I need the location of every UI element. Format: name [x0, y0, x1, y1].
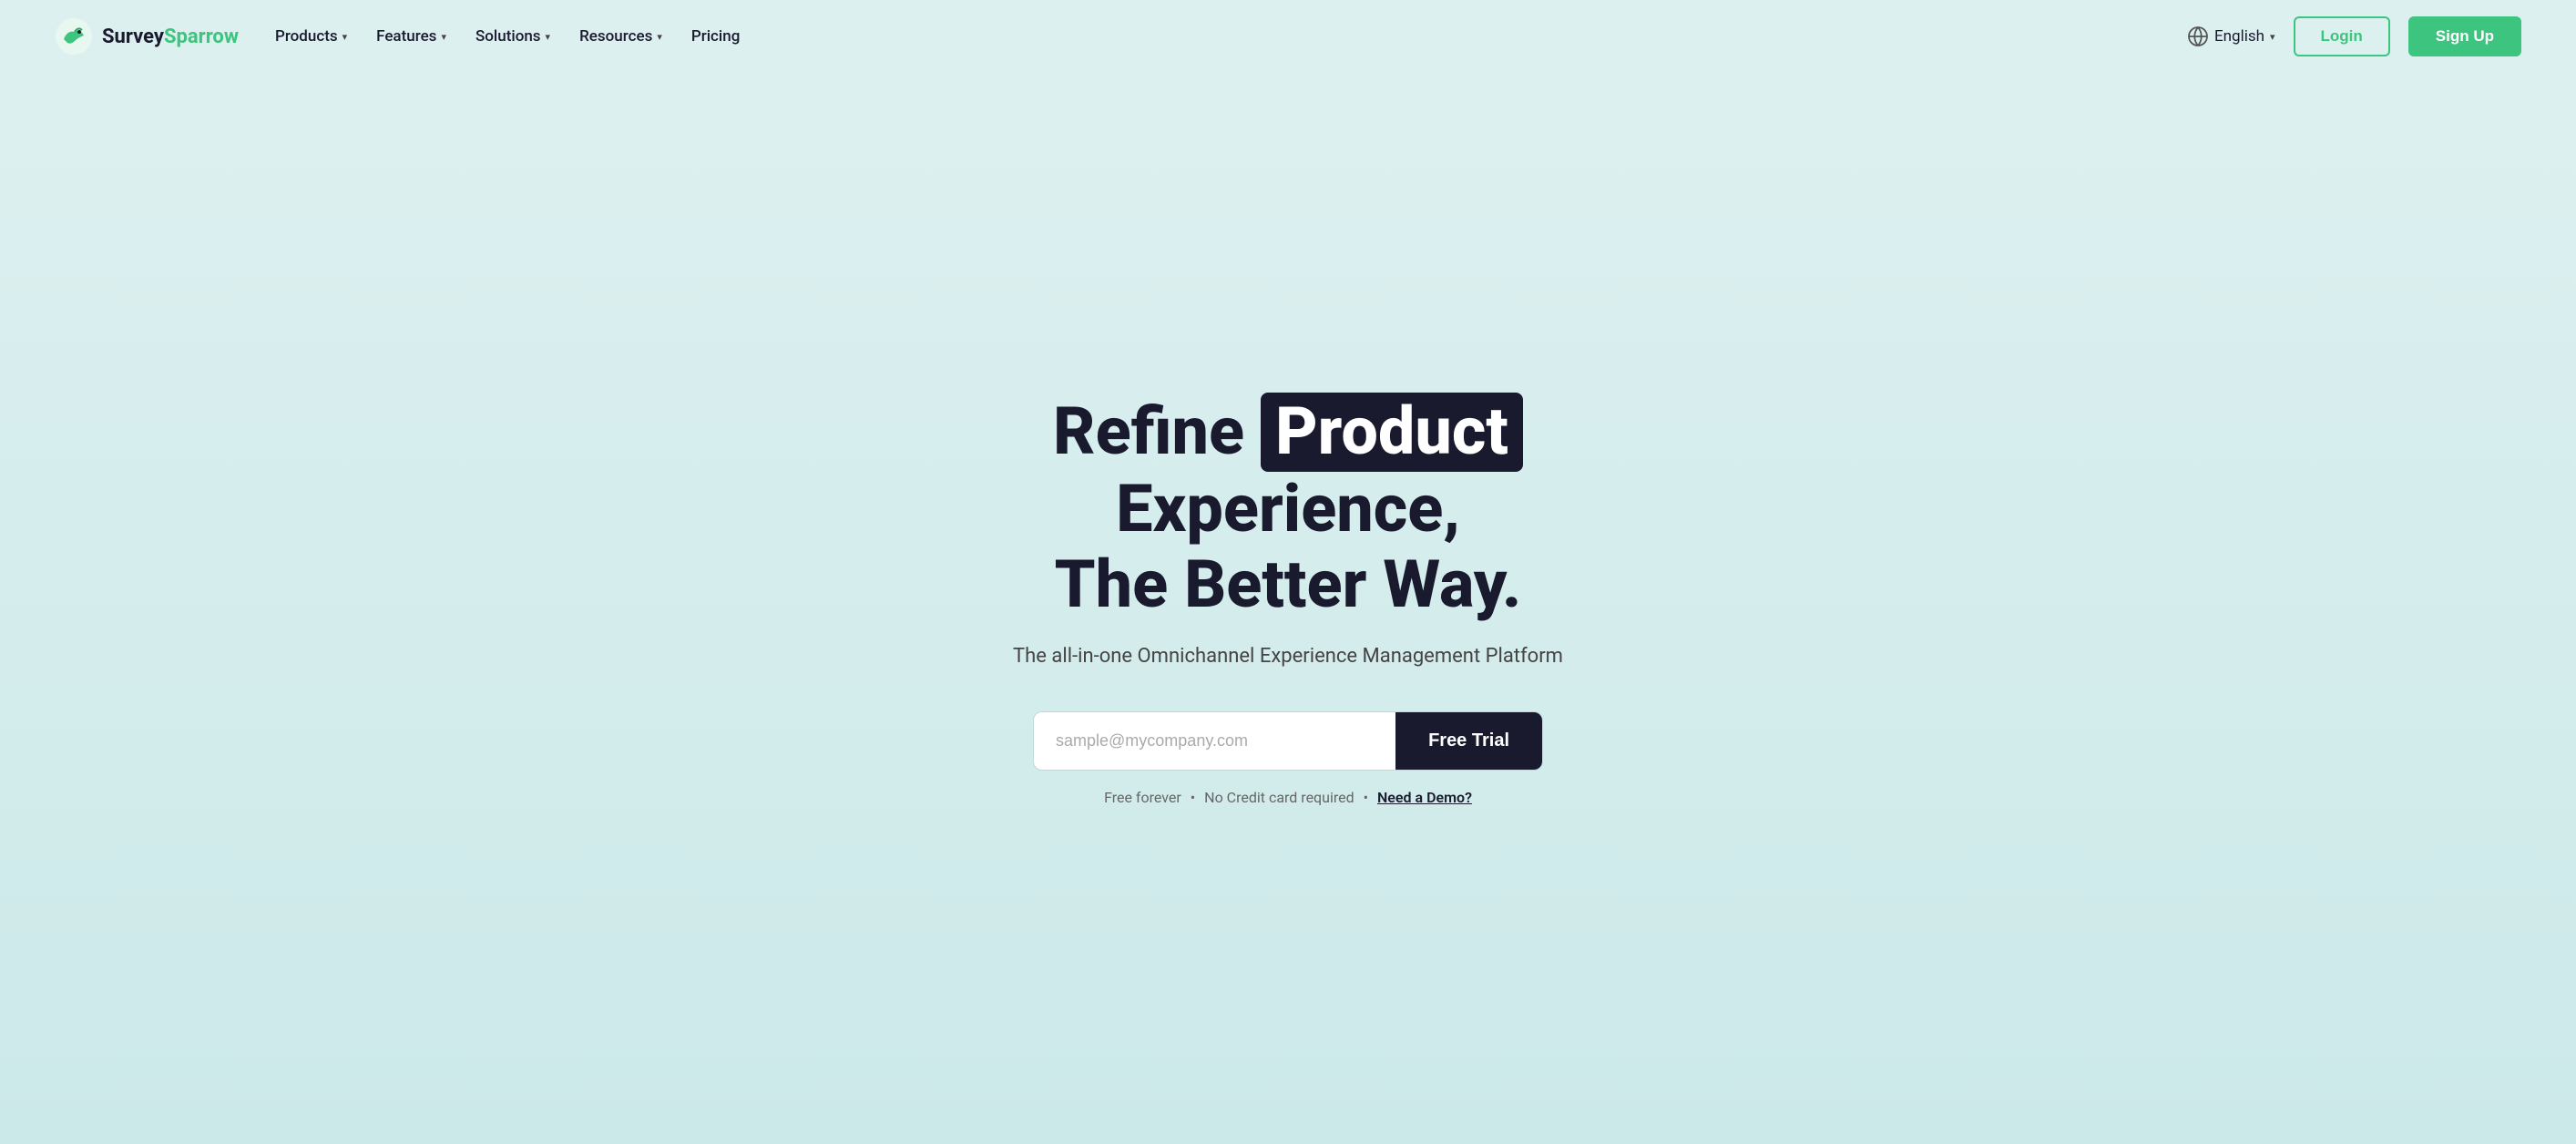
logo[interactable]: SurveySparrow [55, 17, 239, 56]
login-button[interactable]: Login [2294, 16, 2390, 56]
chevron-down-icon: ▾ [441, 31, 446, 43]
cta-note: Free forever • No Credit card required •… [1104, 789, 1472, 806]
need-demo-link[interactable]: Need a Demo? [1377, 789, 1472, 806]
nav-item-products[interactable]: Products ▾ [275, 27, 347, 46]
hero-subtitle: The all-in-one Omnichannel Experience Ma… [1013, 645, 1563, 668]
navbar: SurveySparrow Products ▾ Features ▾ Solu… [0, 0, 2576, 73]
cta-form: Free Trial [1033, 711, 1543, 771]
globe-icon [2187, 26, 2209, 47]
logo-icon [55, 17, 93, 56]
chevron-down-icon: ▾ [2270, 31, 2275, 43]
chevron-down-icon: ▾ [342, 31, 348, 43]
nav-item-solutions[interactable]: Solutions ▾ [475, 27, 550, 46]
email-input[interactable] [1034, 712, 1395, 770]
brand-name: SurveySparrow [102, 26, 239, 48]
free-trial-button[interactable]: Free Trial [1395, 712, 1542, 770]
signup-button[interactable]: Sign Up [2408, 16, 2521, 56]
nav-item-resources[interactable]: Resources ▾ [579, 27, 662, 46]
nav-left: SurveySparrow Products ▾ Features ▾ Solu… [55, 17, 740, 56]
nav-right: English ▾ Login Sign Up [2187, 16, 2521, 56]
hero-title: Refine Product Experience, The Better Wa… [878, 393, 1698, 622]
chevron-down-icon: ▾ [546, 31, 551, 43]
nav-item-pricing[interactable]: Pricing [691, 27, 741, 46]
hero-section: Refine Product Experience, The Better Wa… [0, 73, 2576, 1144]
nav-links: Products ▾ Features ▾ Solutions ▾ Resour… [275, 27, 740, 46]
nav-item-features[interactable]: Features ▾ [376, 27, 446, 46]
chevron-down-icon: ▾ [657, 31, 662, 43]
language-selector[interactable]: English ▾ [2187, 26, 2275, 47]
